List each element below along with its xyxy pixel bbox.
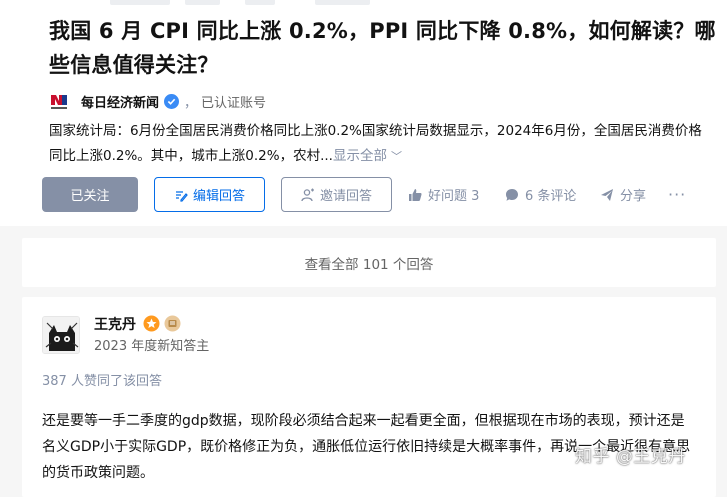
invite-answer-button[interactable]: 邀请回答: [281, 177, 392, 212]
edit-icon: [175, 190, 188, 202]
question-excerpt: 国家统计局：6月份全国居民消费价格同比上涨0.2%国家统计局数据显示，2024年…: [49, 119, 709, 169]
avatar[interactable]: [42, 316, 80, 354]
share-label: 分享: [620, 189, 647, 204]
answer-author-bio: 2023 年度新知答主: [94, 339, 210, 354]
followed-label: 已关注: [70, 189, 110, 204]
share-button[interactable]: 分享: [600, 177, 646, 212]
view-all-answers-label: 查看全部 101 个回答: [304, 256, 434, 273]
view-all-answers-button[interactable]: 查看全部 101 个回答: [22, 238, 716, 287]
invite-icon: [301, 188, 314, 201]
share-icon: [601, 188, 613, 201]
show-all-label: 显示全部: [332, 148, 387, 164]
thumbs-up-icon: [409, 188, 422, 201]
comment-icon: [506, 188, 518, 201]
verified-label: 已认证账号: [201, 95, 267, 111]
good-question-label: 好问题 3: [428, 189, 480, 204]
question-actions: 已关注 编辑回答 邀请回答 好问题 3 6 条评论 分享 ···: [0, 177, 727, 212]
question-title: 我国 6 月 CPI 同比上涨 0.2%，PPI 同比下降 0.8%，如何解读？…: [49, 19, 716, 77]
nbd-logo-icon[interactable]: [49, 91, 69, 111]
followed-button[interactable]: 已关注: [42, 177, 138, 212]
answer-card: 王克丹 2023 年度新知答主 387 人赞同了该回答 还是要等一手二季度的gd…: [22, 297, 716, 497]
question-card: 我国 6 月 CPI 同比上涨 0.2%，PPI 同比下降 0.8%，如何解读？…: [0, 0, 727, 226]
edit-answer-label: 编辑回答: [192, 189, 245, 204]
invite-answer-label: 邀请回答: [319, 189, 372, 204]
top-tab-strip: [0, 0, 727, 8]
comments-button[interactable]: 6 条评论: [505, 177, 576, 212]
question-source-row: 每日经济新闻 ， 已认证账号: [49, 90, 266, 112]
comments-label: 6 条评论: [525, 189, 577, 204]
zhihu-watermark: 知乎 @王克丹: [575, 447, 686, 467]
source-name[interactable]: 每日经济新闻: [81, 92, 159, 111]
verified-badge-icon: [164, 93, 180, 109]
answer-author-name[interactable]: 王克丹: [94, 314, 136, 334]
chevron-down-icon: ﹀: [390, 150, 402, 163]
more-options-button[interactable]: ···: [668, 177, 686, 212]
show-all-button[interactable]: 显示全部 ﹀: [333, 148, 402, 164]
source-separator: ，: [184, 95, 198, 111]
edit-answer-button[interactable]: 编辑回答: [154, 177, 265, 212]
vote-summary: 387 人赞同了该回答: [42, 374, 162, 389]
creator-badge-icon[interactable]: [143, 315, 160, 332]
more-icon: ···: [668, 185, 687, 204]
good-question-button[interactable]: 好问题 3: [408, 177, 479, 212]
expert-badge-icon[interactable]: [164, 315, 181, 332]
